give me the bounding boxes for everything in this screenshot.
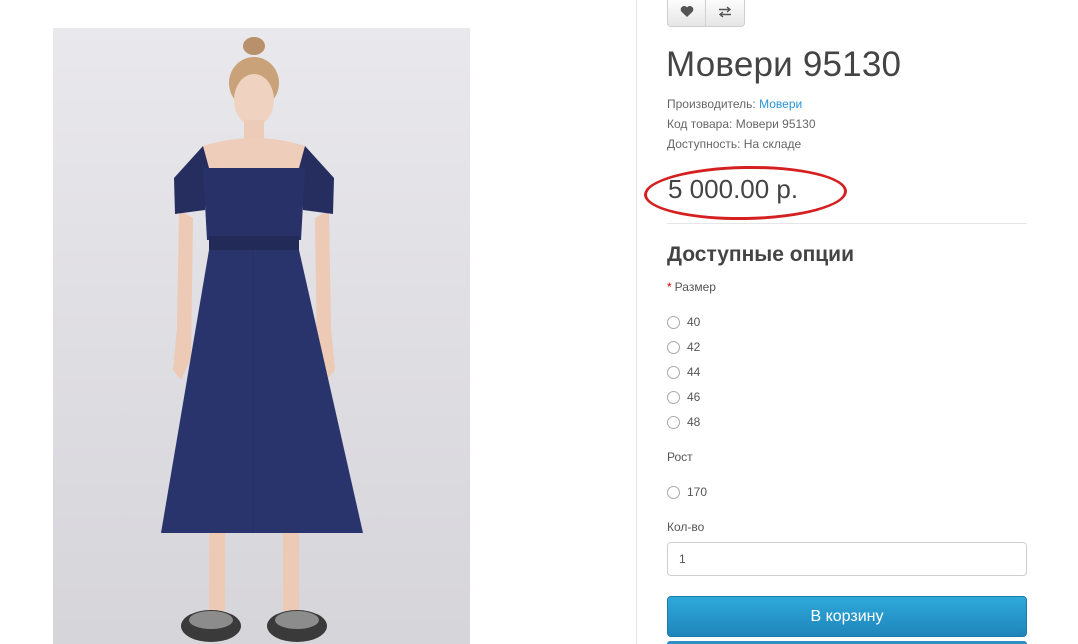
size-label: Размер xyxy=(674,280,716,294)
size-option-46[interactable]: 46 xyxy=(667,389,700,405)
radio-button[interactable] xyxy=(667,365,680,379)
size-option-48[interactable]: 48 xyxy=(667,414,700,430)
add-to-cart-button[interactable]: В корзину xyxy=(667,596,1027,637)
heart-icon xyxy=(680,6,693,18)
height-option-label: 170 xyxy=(687,485,708,499)
column-divider xyxy=(636,0,637,644)
quantity-input[interactable]: 1 xyxy=(667,542,1027,576)
product-image[interactable] xyxy=(53,28,470,644)
compare-button[interactable] xyxy=(706,0,745,27)
height-label: Рост xyxy=(667,450,693,464)
manufacturer-label: Производитель: xyxy=(667,97,756,111)
radio-button[interactable] xyxy=(667,340,680,354)
size-option-42[interactable]: 42 xyxy=(667,339,700,355)
size-option-label: 42 xyxy=(687,340,701,354)
radio-button[interactable] xyxy=(667,390,680,404)
size-option-label: 46 xyxy=(687,390,701,404)
manufacturer-row: Производитель: Мовери xyxy=(667,96,802,112)
size-option-label: 44 xyxy=(687,365,701,379)
availability-label: Доступность: xyxy=(667,137,741,151)
options-title: Доступные опции xyxy=(667,243,854,266)
compare-arrows-icon xyxy=(718,5,732,18)
size-label-row: * Размер xyxy=(667,280,716,294)
price-highlight-oval xyxy=(643,164,848,222)
availability-value: На складе xyxy=(743,137,802,151)
product-code-label: Код товара: xyxy=(667,117,733,131)
section-divider xyxy=(667,223,1027,224)
required-mark: * xyxy=(667,280,672,294)
quantity-label: Кол-во xyxy=(667,520,705,534)
product-code-value: Мовери 95130 xyxy=(735,117,816,131)
size-option-label: 48 xyxy=(687,415,701,429)
product-action-buttons xyxy=(667,0,745,27)
product-code-row: Код товара: Мовери 95130 xyxy=(667,116,816,132)
wishlist-button[interactable] xyxy=(667,0,706,27)
size-option-40[interactable]: 40 xyxy=(667,314,700,330)
availability-row: Доступность: На складе xyxy=(667,136,801,152)
height-option-170[interactable]: 170 xyxy=(667,484,707,500)
size-option-44[interactable]: 44 xyxy=(667,364,700,380)
radio-button[interactable] xyxy=(667,485,680,499)
radio-button[interactable] xyxy=(667,315,680,329)
size-option-label: 40 xyxy=(687,315,701,329)
radio-button[interactable] xyxy=(667,415,680,429)
product-title: Мовери 95130 xyxy=(666,45,902,84)
manufacturer-link[interactable]: Мовери xyxy=(759,97,802,111)
dress-model-photo xyxy=(161,37,363,642)
